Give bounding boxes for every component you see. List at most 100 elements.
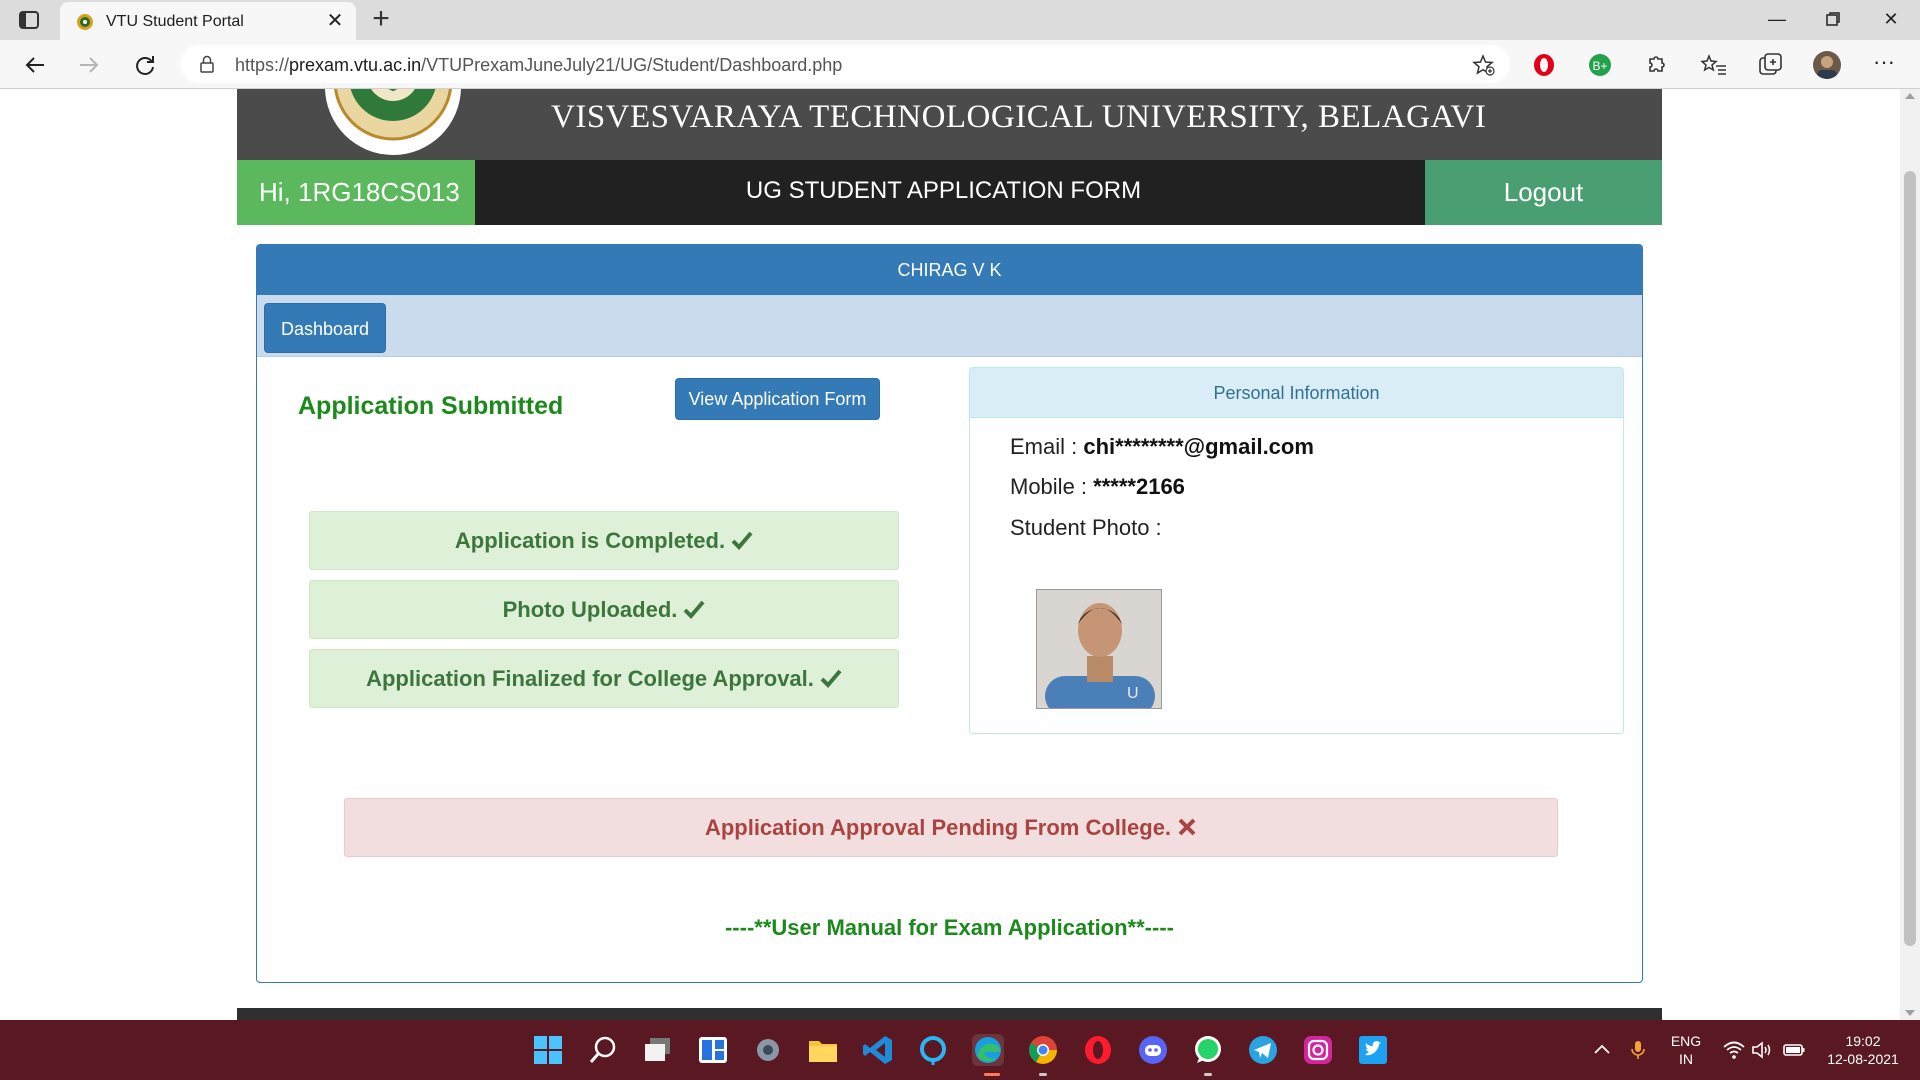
scroll-up-arrow-icon[interactable] bbox=[1905, 93, 1915, 99]
settings-icon[interactable] bbox=[752, 1034, 784, 1066]
chrome-icon[interactable] bbox=[1027, 1034, 1059, 1066]
profile-avatar[interactable] bbox=[1813, 51, 1841, 79]
status-text: Application is Completed. bbox=[454, 528, 726, 553]
language-code: ENG bbox=[1670, 1033, 1702, 1049]
url-bar[interactable]: https://prexam.vtu.ac.in/VTUPrexamJuneJu… bbox=[180, 45, 1510, 83]
photo-label: Student Photo : bbox=[1010, 515, 1162, 540]
page-container: VISVESVARAYA TECHNOLOGICAL UNIVERSITY, B… bbox=[237, 89, 1662, 1020]
refresh-icon[interactable] bbox=[130, 50, 160, 80]
mobile-label: Mobile : bbox=[1010, 474, 1088, 499]
opera-icon[interactable] bbox=[1082, 1034, 1114, 1066]
email-value: chi********@gmail.com bbox=[1083, 434, 1314, 459]
status-alert-finalized: Application Finalized for College Approv… bbox=[309, 649, 899, 708]
email-row: Email : chi********@gmail.com bbox=[1010, 434, 1314, 460]
input-language-indicator[interactable]: ENG IN bbox=[1660, 1032, 1712, 1068]
favorites-list-icon[interactable] bbox=[1700, 51, 1728, 79]
user-manual-link[interactable]: ----**User Manual for Exam Application**… bbox=[257, 915, 1642, 941]
wifi-icon[interactable] bbox=[1722, 1038, 1746, 1062]
edge-icon[interactable] bbox=[972, 1034, 1004, 1066]
battery-icon[interactable] bbox=[1782, 1038, 1806, 1062]
email-label: Email : bbox=[1010, 434, 1078, 459]
student-name-header: CHIRAG V K bbox=[257, 245, 1642, 295]
restore-icon[interactable] bbox=[1808, 4, 1858, 34]
svg-text:B+: B+ bbox=[1592, 59, 1607, 73]
form-title: UG STUDENT APPLICATION FORM bbox=[745, 177, 1142, 204]
personal-info-title: Personal Information bbox=[970, 368, 1623, 418]
dashboard-button[interactable]: Dashboard bbox=[264, 303, 386, 353]
telegram-icon[interactable] bbox=[1247, 1034, 1279, 1066]
university-banner: VISVESVARAYA TECHNOLOGICAL UNIVERSITY, B… bbox=[237, 89, 1662, 160]
minimize-icon[interactable]: — bbox=[1752, 4, 1802, 34]
check-icon bbox=[820, 652, 842, 709]
personal-info-panel: Personal Information Email : chi********… bbox=[969, 367, 1624, 734]
collections-icon[interactable] bbox=[1756, 51, 1784, 79]
widgets-icon[interactable] bbox=[697, 1034, 729, 1066]
vertical-tabs-icon[interactable] bbox=[18, 9, 40, 31]
logout-button[interactable]: Logout bbox=[1425, 160, 1662, 225]
active-app-indicator bbox=[984, 1073, 1000, 1076]
url-host: prexam.vtu.ac.in bbox=[289, 55, 422, 75]
browser-tab-bar: VTU Student Portal ✕ + — ✕ bbox=[0, 0, 1920, 40]
instagram-icon[interactable] bbox=[1302, 1034, 1334, 1066]
cross-icon bbox=[1177, 801, 1197, 858]
dashboard-nav: Dashboard bbox=[257, 295, 1642, 357]
show-hidden-icons-chevron-icon[interactable] bbox=[1590, 1038, 1614, 1062]
check-icon bbox=[683, 583, 705, 640]
running-app-indicator bbox=[1039, 1073, 1047, 1076]
settings-more-icon[interactable]: ··· bbox=[1870, 51, 1898, 79]
url-prefix: https:// bbox=[235, 55, 290, 75]
pending-text: Application Approval Pending From Colleg… bbox=[704, 815, 1172, 840]
status-alert-completed: Application is Completed. bbox=[309, 511, 899, 570]
view-application-form-button[interactable]: View Application Form bbox=[675, 378, 880, 420]
whatsapp-icon[interactable] bbox=[1192, 1034, 1224, 1066]
cortana-icon[interactable] bbox=[917, 1034, 949, 1066]
browser-tab[interactable]: VTU Student Portal ✕ bbox=[60, 2, 356, 40]
discord-icon[interactable] bbox=[1137, 1034, 1169, 1066]
user-greeting: Hi, 1RG18CS013 bbox=[237, 160, 475, 225]
search-icon[interactable] bbox=[587, 1034, 619, 1066]
status-text: Application Finalized for College Approv… bbox=[366, 666, 814, 691]
clock[interactable]: 19:02 12-08-2021 bbox=[1820, 1032, 1906, 1068]
user-bar: Hi, 1RG18CS013 UG STUDENT APPLICATION FO… bbox=[237, 160, 1662, 225]
opera-extension-icon[interactable] bbox=[1530, 51, 1558, 79]
status-alert-photo: Photo Uploaded. bbox=[309, 580, 899, 639]
tab-close-icon[interactable]: ✕ bbox=[324, 10, 346, 32]
lock-icon[interactable] bbox=[198, 55, 216, 73]
approval-pending-alert: Application Approval Pending From Colleg… bbox=[344, 798, 1558, 857]
windows-taskbar: ENG IN 19:02 12-08-2021 bbox=[0, 1020, 1920, 1080]
scroll-down-arrow-icon[interactable] bbox=[1905, 1010, 1915, 1016]
check-icon bbox=[731, 514, 753, 571]
clock-date: 12-08-2021 bbox=[1827, 1051, 1899, 1067]
region-code: IN bbox=[1679, 1051, 1693, 1067]
task-view-icon[interactable] bbox=[642, 1034, 674, 1066]
running-app-indicator bbox=[1204, 1073, 1212, 1076]
page-scrollbar[interactable] bbox=[1900, 89, 1920, 1020]
close-window-icon[interactable]: ✕ bbox=[1866, 4, 1916, 34]
microphone-icon[interactable] bbox=[1626, 1038, 1650, 1062]
twitter-icon[interactable] bbox=[1357, 1034, 1389, 1066]
dashboard-panel: CHIRAG V K Dashboard Application Submitt… bbox=[256, 244, 1643, 983]
vtu-logo bbox=[323, 89, 463, 157]
file-explorer-icon[interactable] bbox=[807, 1034, 839, 1066]
scroll-thumb[interactable] bbox=[1904, 171, 1916, 946]
page-viewport: VISVESVARAYA TECHNOLOGICAL UNIVERSITY, B… bbox=[0, 89, 1900, 1020]
url-text[interactable]: https://prexam.vtu.ac.in/VTUPrexamJuneJu… bbox=[235, 55, 842, 76]
volume-icon[interactable] bbox=[1750, 1038, 1774, 1062]
status-heading: Application Submitted bbox=[298, 392, 564, 420]
back-arrow-icon[interactable] bbox=[20, 50, 50, 80]
extensions-puzzle-icon[interactable] bbox=[1642, 51, 1670, 79]
status-text: Photo Uploaded. bbox=[502, 597, 678, 622]
clock-time: 19:02 bbox=[1845, 1033, 1881, 1049]
address-toolbar: https://prexam.vtu.ac.in/VTUPrexamJuneJu… bbox=[0, 40, 1920, 89]
student-photo: U bbox=[1036, 589, 1162, 709]
windows-start-icon[interactable] bbox=[532, 1034, 564, 1066]
add-favorite-icon[interactable] bbox=[1472, 53, 1496, 77]
svg-text:U: U bbox=[1127, 685, 1139, 702]
vscode-icon[interactable] bbox=[862, 1034, 894, 1066]
vtu-favicon-icon bbox=[76, 13, 94, 31]
mobile-value: *****2166 bbox=[1093, 474, 1185, 499]
grammar-extension-icon[interactable]: B+ bbox=[1586, 51, 1614, 79]
forward-arrow-icon[interactable] bbox=[74, 50, 104, 80]
new-tab-button[interactable]: + bbox=[366, 4, 396, 34]
tab-title: VTU Student Portal bbox=[106, 13, 244, 30]
